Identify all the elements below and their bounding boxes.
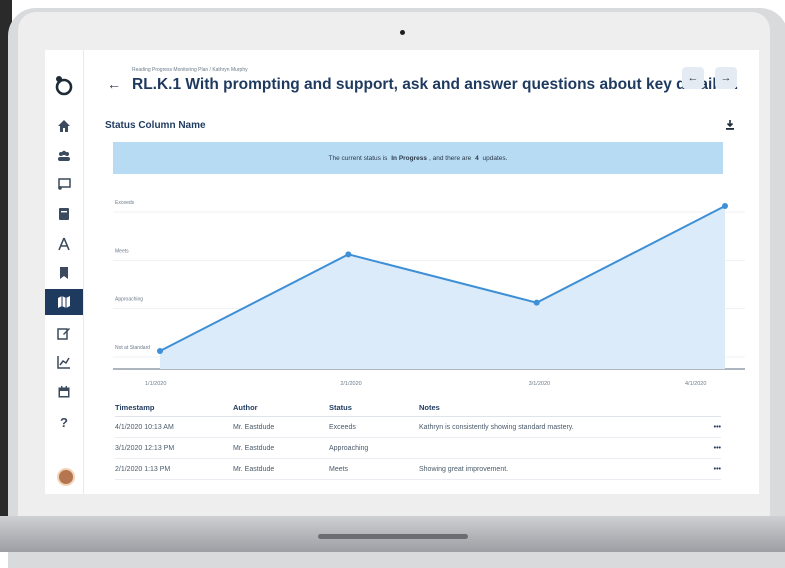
y-tick-label: Exceeds [115,200,135,206]
sidebar-item-help[interactable]: ? [49,409,79,435]
y-tick-label: Not at Standard [115,345,150,351]
x-tick-label: 2/1/2020 [340,381,361,387]
x-tick-label: 3/1/2020 [529,381,550,387]
cell-author: Mr. Eastdude [233,423,275,431]
data-point[interactable] [533,299,540,306]
more-options-icon[interactable]: ••• [701,466,721,473]
status-chart-svg: Not at Standard Approaching Meets Exceeds 1/… [113,200,745,387]
cell-status: Approaching [329,444,369,452]
more-options-icon[interactable]: ••• [701,445,721,452]
sidebar-item-bookmark[interactable] [49,260,79,286]
status-banner: The current status is In Progress, and t… [113,142,723,174]
card-title: Status Column Name [105,120,206,131]
next-button[interactable]: → [715,67,737,89]
sidebar: ? [45,50,84,494]
x-tick-label: 1/1/2020 [145,381,166,387]
camera-dot [400,30,405,35]
status-chart: Not at Standard Approaching Meets Exceeds 1/… [105,176,747,390]
app-logo-icon[interactable] [53,74,75,96]
table-header: Timestamp Author Status Notes [115,398,721,417]
column-header-status[interactable]: Status [329,403,419,412]
more-options-icon[interactable]: ••• [701,424,721,431]
sidebar-item-notebook[interactable] [49,201,79,227]
classroom-icon [58,178,71,190]
home-icon [58,120,70,132]
previous-button[interactable]: ← [682,67,704,89]
avatar[interactable] [57,468,75,486]
cell-status: Exceeds [329,423,356,431]
banner-count: 4 [475,154,479,162]
x-tick-label: 4/1/2020 [685,381,706,387]
column-header-timestamp[interactable]: Timestamp [115,403,233,412]
cell-author: Mr. Eastdude [233,444,275,452]
sidebar-item-map[interactable] [45,289,83,315]
data-point[interactable] [722,203,728,209]
page-title: RL.K.1 With prompting and support, ask a… [132,76,739,93]
sidebar-item-chart[interactable] [49,349,79,375]
cell-timestamp: 3/1/2020 12:13 PM [115,444,175,452]
students-icon [58,150,70,161]
cell-notes: Kathryn is consistently showing standard… [419,423,574,431]
table-row[interactable]: 4/1/2020 10:13 AM Mr. Eastdude Exceeds K… [115,417,721,438]
banner-suffix: updates. [482,154,508,162]
breadcrumb[interactable]: Reading Progress Monitoring Plan / Kathr… [132,67,248,73]
cell-status: Meets [329,465,349,473]
app-screen: ? ← Reading Progress Monitoring Plan / K… [45,50,759,494]
banner-prefix: The current status is [328,154,388,162]
banner-middle: , and there are [429,154,472,162]
notebook-icon [59,208,69,220]
table-row[interactable]: 2/1/2020 1:13 PM Mr. Eastdude Meets Show… [115,459,721,480]
back-arrow-icon[interactable]: ← [107,76,121,92]
y-tick-label: Meets [115,248,129,254]
column-header-author[interactable]: Author [233,403,329,412]
help-icon: ? [60,414,68,430]
map-icon [58,296,70,308]
cell-author: Mr. Eastdude [233,465,275,473]
y-tick-label: Approaching [115,297,143,303]
data-point[interactable] [157,348,163,354]
page-header: ← Reading Progress Monitoring Plan / Kat… [83,50,759,106]
column-header-notes[interactable]: Notes [419,403,701,412]
banner-status: In Progress [391,154,427,162]
calendar-icon [58,386,70,398]
bookmark-icon [60,267,68,279]
edit-icon [57,328,70,340]
chart-icon [57,356,70,369]
sidebar-item-geometry[interactable] [49,231,79,257]
sidebar-item-classroom[interactable] [49,171,79,197]
sidebar-item-calendar[interactable] [49,379,79,405]
download-icon[interactable] [725,120,735,130]
series-area [160,206,725,369]
data-point[interactable] [345,251,352,258]
sidebar-item-home[interactable] [49,113,79,139]
sidebar-item-edit[interactable] [49,320,79,346]
laptop-notch [318,534,468,539]
updates-table: Timestamp Author Status Notes 4/1/2020 1… [115,398,721,480]
sidebar-item-students[interactable] [49,143,79,169]
status-card: Status Column Name The current status is… [105,112,747,494]
cell-timestamp: 2/1/2020 1:13 PM [115,465,171,473]
cell-notes: Showing great improvement. [419,465,509,473]
geometry-icon [58,237,70,251]
cell-timestamp: 4/1/2020 10:13 AM [115,423,174,431]
table-row[interactable]: 3/1/2020 12:13 PM Mr. Eastdude Approachi… [115,438,721,459]
